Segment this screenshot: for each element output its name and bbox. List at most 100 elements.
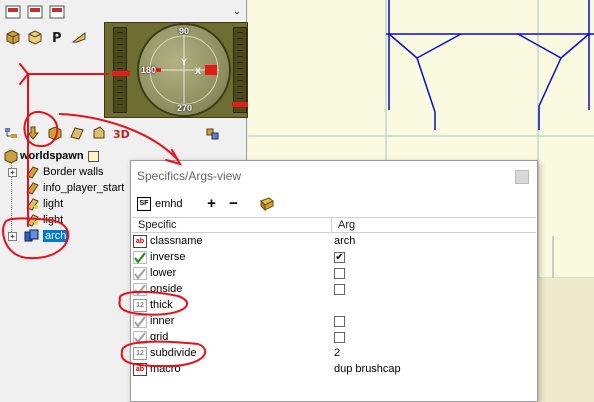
specific-cell[interactable]: lower	[132, 266, 332, 280]
specific-cell[interactable]: 12 thick	[132, 298, 332, 312]
entity-icon	[24, 181, 40, 195]
expand-icon[interactable]: +	[8, 168, 17, 177]
cube-icon[interactable]	[4, 28, 22, 45]
entity-name: emhd	[155, 198, 183, 210]
duplicator-icon	[24, 229, 40, 243]
arg-value[interactable]: arch	[334, 235, 355, 247]
grid-row[interactable]: onside	[132, 281, 536, 297]
arg-checkbox[interactable]	[334, 283, 345, 295]
dialog-titlebar[interactable]: Specifics/Args-view	[131, 161, 537, 191]
arg-cell[interactable]: 2	[332, 347, 536, 359]
specific-cell[interactable]: ab classname	[132, 234, 332, 248]
column-header-arg[interactable]: Arg	[332, 218, 536, 232]
flag-type-icon	[133, 266, 147, 280]
top-toolbar-row-2: P	[4, 28, 88, 45]
grid-row[interactable]: grid	[132, 329, 536, 345]
arg-checkbox[interactable]: ✔	[334, 251, 345, 263]
compass-panel[interactable]: 90 180 270 Y X	[104, 22, 250, 118]
group-icon[interactable]	[204, 124, 222, 141]
arch-brush[interactable]	[386, 0, 594, 130]
specific-label: inner	[150, 315, 175, 327]
tree-item-label: Border walls	[43, 166, 104, 178]
compass-axis-x: X	[195, 66, 202, 76]
wedge-icon[interactable]	[70, 28, 88, 45]
flag-type-icon	[133, 330, 147, 344]
specifics-args-dialog: Specifics/Args-view SF emhd + − Specific…	[130, 160, 538, 402]
compass-dial[interactable]: 90 180 270 Y X	[137, 23, 231, 117]
arg-cell[interactable]	[332, 267, 536, 279]
sf-icon: SF	[137, 197, 151, 211]
dialog-toolbar: SF emhd + −	[137, 194, 275, 214]
grid-row[interactable]: lower	[132, 265, 536, 281]
svg-text:3D: 3D	[113, 128, 130, 141]
specific-cell[interactable]: ab macro	[132, 362, 332, 376]
number-type-icon: 12	[133, 298, 147, 312]
specific-cell[interactable]: inner	[132, 314, 332, 328]
grid-row[interactable]: inner	[132, 313, 536, 329]
compass-label-bottom: 270	[177, 103, 193, 113]
text-type-icon: ab	[133, 234, 147, 248]
close-button[interactable]	[515, 170, 529, 184]
new-map-icon[interactable]	[4, 3, 22, 20]
remove-specific-button[interactable]: −	[227, 196, 241, 211]
specifics-grid: Specific Arg ab classname arch inverse ✔ lowe…	[132, 217, 536, 377]
expand-icon[interactable]: +	[8, 232, 17, 241]
new-brush-icon[interactable]	[46, 124, 64, 141]
specific-label: lower	[150, 267, 177, 279]
add-specific-button[interactable]: +	[205, 196, 219, 211]
open-map-icon[interactable]	[26, 3, 44, 20]
tree-view-icon[interactable]	[2, 124, 20, 141]
save-map-icon[interactable]	[48, 3, 66, 20]
entity-icon	[24, 165, 40, 179]
column-header-specific[interactable]: Specific	[132, 218, 332, 232]
compass-label-top: 90	[179, 26, 190, 36]
grid-row[interactable]: ab macro dup brushcap	[132, 361, 536, 377]
arg-cell[interactable]: dup brushcap	[332, 363, 536, 375]
specific-cell[interactable]: onside	[132, 282, 332, 296]
grid-header: Specific Arg	[132, 217, 536, 233]
arg-value[interactable]: 2	[334, 347, 340, 359]
new-face-icon[interactable]	[68, 124, 86, 141]
light-icon	[24, 197, 40, 211]
specific-label: macro	[150, 363, 181, 375]
top-toolbar-row-1	[4, 3, 66, 20]
specific-cell[interactable]: inverse	[132, 250, 332, 264]
chevron-down-icon[interactable]: ⌄	[229, 4, 245, 20]
dialog-title: Specifics/Args-view	[137, 169, 242, 183]
grid-row[interactable]: 12 thick	[132, 297, 536, 313]
arg-cell[interactable]	[332, 283, 536, 295]
grid-row[interactable]: 12 subdivide 2	[132, 345, 536, 361]
tree-root-label: worldspawn	[20, 150, 84, 162]
compass-label-left: 180	[141, 65, 157, 75]
arg-checkbox[interactable]	[334, 315, 345, 327]
arg-cell[interactable]: ✔	[332, 251, 536, 263]
tree-toolbar: 3D	[2, 124, 222, 141]
left-slider-thumb[interactable]	[112, 71, 130, 76]
3d-view-icon[interactable]: 3D	[112, 124, 130, 141]
grid-row[interactable]: ab classname arch	[132, 233, 536, 249]
specific-cell[interactable]: grid	[132, 330, 332, 344]
svg-text:P: P	[52, 31, 62, 45]
right-zoom-slider[interactable]	[232, 27, 250, 113]
texture-icon[interactable]: P	[48, 28, 66, 45]
specific-label: thick	[150, 299, 173, 311]
light-icon	[24, 213, 40, 227]
brush-cube-icon[interactable]	[26, 28, 44, 45]
left-zoom-slider[interactable]	[112, 27, 130, 113]
specific-label: subdivide	[150, 347, 197, 359]
grid-row[interactable]: inverse ✔	[132, 249, 536, 265]
arg-cell[interactable]	[332, 315, 536, 327]
specific-label: inverse	[150, 251, 186, 263]
specific-cell[interactable]: 12 subdivide	[132, 346, 332, 360]
flag-type-icon	[133, 250, 147, 264]
tree-item-label: arch	[43, 230, 69, 242]
new-poly-icon[interactable]	[90, 124, 108, 141]
arg-checkbox[interactable]	[334, 331, 345, 343]
arg-checkbox[interactable]	[334, 267, 345, 279]
book-icon[interactable]	[259, 197, 275, 211]
tree-item-label: light	[43, 198, 64, 210]
arg-cell[interactable]	[332, 331, 536, 343]
arg-value[interactable]: dup brushcap	[334, 363, 401, 375]
new-entity-icon[interactable]	[24, 124, 42, 141]
arg-cell[interactable]: arch	[332, 235, 536, 247]
